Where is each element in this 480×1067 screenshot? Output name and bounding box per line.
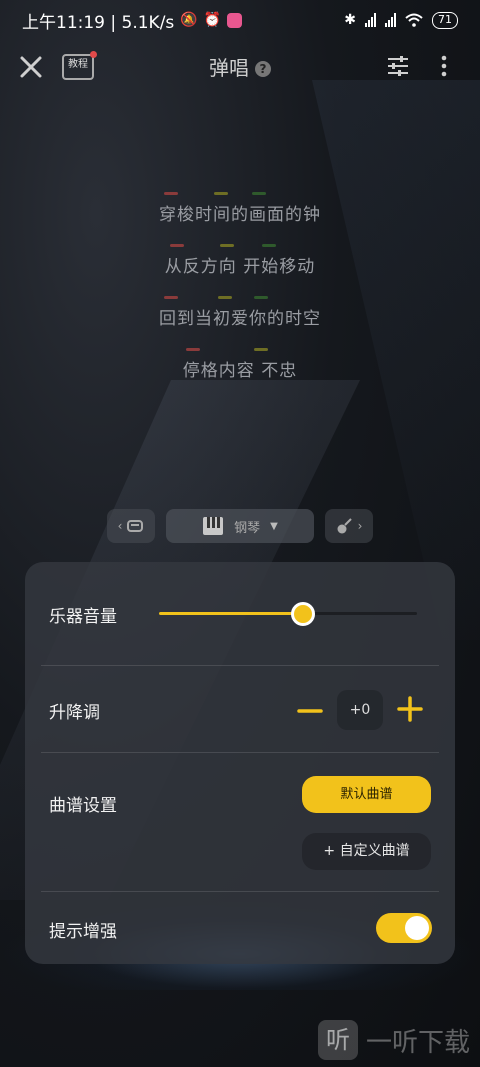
transpose-minus-button[interactable] — [297, 698, 323, 724]
lyric-line: 停格内容 不忠 — [182, 361, 298, 381]
divider — [41, 665, 439, 666]
bluetooth-icon: ✱ — [344, 12, 356, 28]
lyric-line: 从反方向 开始移动 — [164, 257, 316, 277]
chord-markers — [0, 348, 480, 352]
piano-icon — [203, 517, 224, 535]
chord-marker — [254, 348, 268, 351]
chevron-left-icon: ‹ — [117, 519, 123, 533]
wifi-icon — [405, 13, 423, 27]
watermark-logo: 听 — [318, 1020, 358, 1060]
mixer-settings-icon[interactable] — [386, 54, 410, 78]
transpose-value: +0 — [337, 690, 383, 730]
message-app-icon — [227, 12, 243, 28]
mute-icon: 🔕 — [180, 12, 198, 28]
volume-slider[interactable] — [159, 602, 417, 626]
chord-marker — [220, 244, 234, 247]
lyric-line: 穿梭时间的画面的钟 — [159, 205, 321, 225]
chord-marker — [164, 192, 178, 195]
previous-instrument-button[interactable]: ‹ — [107, 509, 155, 543]
caret-down-icon: ▼ — [270, 520, 278, 532]
volume-label: 乐器音量 — [49, 607, 117, 627]
volume-slider-thumb[interactable] — [291, 602, 316, 626]
chord-marker — [164, 296, 178, 299]
chord-marker — [170, 244, 184, 247]
top-bar: 教程 弹唱? — [0, 40, 480, 94]
current-instrument-label: 钢琴 — [234, 520, 261, 536]
custom-score-button[interactable]: + 自定义曲谱 — [302, 833, 431, 870]
guitar-icon — [337, 518, 352, 534]
next-instrument-button[interactable]: › — [325, 509, 373, 543]
karaoke-screen: 上午11:19 | 5.1K/s 🔕 ⏰ ✱ 71 教程 弹唱? 穿梭时间的画面… — [0, 0, 480, 1067]
lyric-line: 回到当初爱你的时空 — [159, 309, 321, 329]
status-time: 上午11:19 | 5.1K/s — [22, 12, 175, 33]
watermark-text: 一听下载 — [366, 1027, 471, 1058]
signal-icon — [385, 13, 396, 27]
toggle-knob — [405, 916, 429, 940]
status-bar: 上午11:19 | 5.1K/s 🔕 ⏰ ✱ 71 — [0, 0, 480, 40]
instrument-switcher: ‹ 钢琴 ▼ › — [0, 509, 480, 545]
chord-marker — [186, 348, 200, 351]
status-left: 上午11:19 | 5.1K/s 🔕 ⏰ — [22, 8, 243, 33]
chord-marker — [252, 192, 266, 195]
chord-markers — [0, 192, 480, 196]
chord-markers — [0, 244, 480, 248]
chord-marker — [262, 244, 276, 247]
battery-indicator: 71 — [432, 11, 458, 29]
drum-kit-icon — [127, 520, 144, 532]
volume-slider-fill — [159, 612, 304, 615]
transpose-plus-button[interactable] — [397, 696, 423, 722]
divider — [41, 752, 439, 753]
score-settings-label: 曲谱设置 — [49, 796, 117, 816]
settings-panel: 乐器音量 升降调 +0 曲谱设置 默认曲谱 + 自定义曲谱 提示增强 — [25, 562, 455, 964]
watermark: 听 一听下载 — [318, 1020, 470, 1060]
hint-enhance-toggle[interactable] — [376, 913, 432, 943]
more-options-icon[interactable] — [440, 54, 448, 78]
transpose-label: 升降调 — [49, 703, 100, 723]
hint-enhance-label: 提示增强 — [49, 922, 117, 942]
page-title: 弹唱 — [209, 56, 249, 80]
chevron-right-icon: › — [357, 519, 363, 533]
chord-marker — [214, 192, 228, 195]
signal-icon — [365, 13, 376, 27]
chord-marker — [254, 296, 268, 299]
instrument-selector[interactable]: 钢琴 ▼ — [166, 509, 314, 543]
divider — [41, 891, 439, 892]
help-icon[interactable]: ? — [255, 61, 271, 77]
chord-marker — [218, 296, 232, 299]
status-right: ✱ 71 — [344, 11, 458, 29]
alarm-icon: ⏰ — [203, 12, 222, 28]
chord-markers — [0, 296, 480, 300]
default-score-button[interactable]: 默认曲谱 — [302, 776, 431, 813]
